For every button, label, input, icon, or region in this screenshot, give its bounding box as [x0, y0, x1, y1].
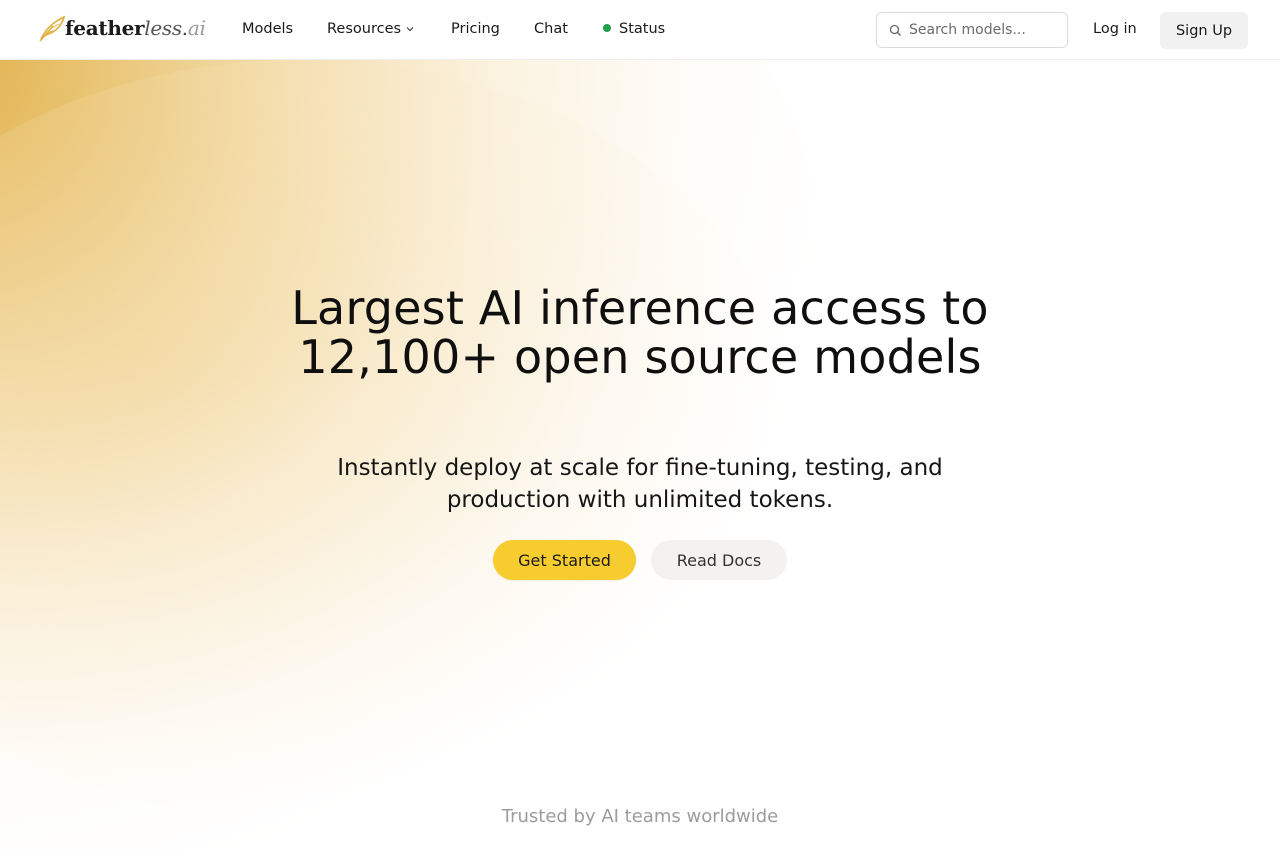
- brand-name-ai: ai: [187, 16, 206, 40]
- brand-logo[interactable]: featherless.ai: [37, 12, 206, 44]
- nav-status-label: Status: [619, 21, 666, 37]
- trusted-by-caption: Trusted by AI teams worldwide: [501, 806, 779, 827]
- nav-pricing[interactable]: Pricing: [451, 21, 500, 37]
- read-docs-button[interactable]: Read Docs: [651, 540, 787, 580]
- hero-subtitle: Instantly deploy at scale for fine-tunin…: [337, 455, 943, 513]
- chevron-down-icon: [406, 27, 414, 32]
- hero-title: Largest AI inference access to 12,100+ o…: [291, 281, 989, 384]
- nav-resources-label: Resources: [327, 21, 402, 37]
- get-started-button[interactable]: Get Started: [493, 540, 636, 580]
- nav-status[interactable]: Status: [603, 21, 665, 37]
- feather-icon: [39, 15, 66, 42]
- brand-name-light: less: [144, 16, 182, 40]
- login-link[interactable]: Log in: [1093, 21, 1137, 37]
- search-icon: [889, 24, 901, 36]
- brand-name-bold: feather: [65, 16, 145, 40]
- search-input[interactable]: [909, 22, 1059, 38]
- status-indicator-dot: [603, 24, 611, 32]
- nav-chat[interactable]: Chat: [534, 21, 568, 37]
- top-navbar: featherless.ai Models Resources Pricing …: [0, 0, 1280, 60]
- signup-button[interactable]: Sign Up: [1160, 12, 1248, 49]
- search-box[interactable]: [876, 12, 1068, 48]
- nav-resources[interactable]: Resources: [327, 21, 415, 37]
- landing-page: featherless.ai Models Resources Pricing …: [0, 0, 1280, 853]
- brand-wordmark: featherless.ai: [65, 16, 206, 40]
- nav-models[interactable]: Models: [242, 21, 293, 37]
